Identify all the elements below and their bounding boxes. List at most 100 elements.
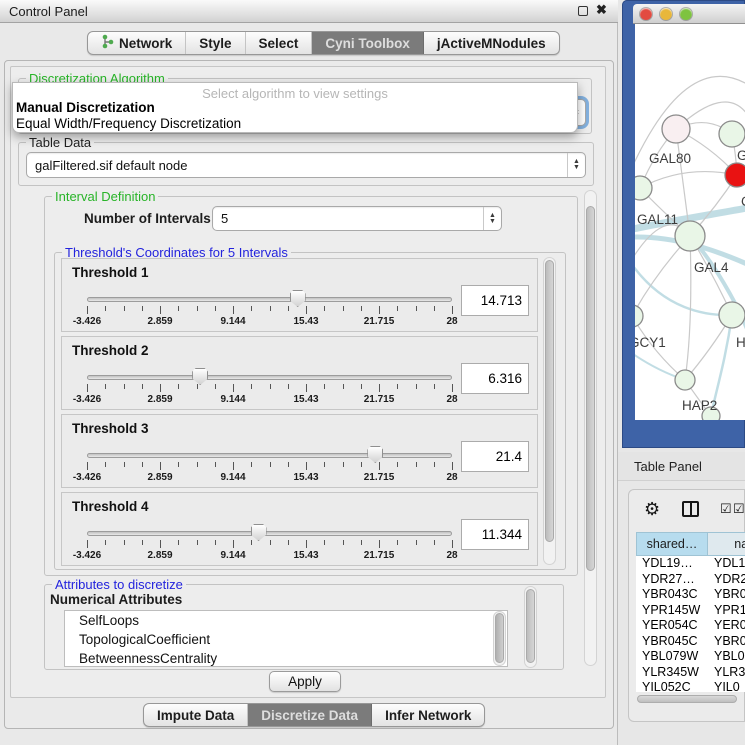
gear-icon[interactable]: ⚙ [644, 499, 660, 520]
tick-mark [178, 462, 179, 467]
tick-mark [379, 540, 380, 548]
tick-mark [324, 384, 325, 389]
table-row[interactable]: YPR145WYPR1 [636, 603, 745, 619]
table-data-combobox[interactable]: galFiltered.sif default node ▲▼ [26, 152, 586, 178]
threshold-value-field[interactable]: 21.4 [461, 441, 529, 472]
checkbox-icon[interactable]: ☑ [720, 501, 732, 517]
zoom-traffic-light[interactable] [680, 8, 692, 20]
thresholds-scrollbar[interactable] [543, 257, 556, 565]
attributes-pane-scrollbar[interactable] [524, 586, 537, 668]
network-canvas[interactable]: GAL80GCGAL11GAL4GCY1HHAP2 [635, 24, 745, 420]
close-icon[interactable]: ✖ [596, 2, 607, 18]
tick-mark [124, 384, 125, 389]
num-intervals-label: Number of Intervals [84, 211, 211, 226]
tick-mark [233, 540, 234, 548]
tick-mark [124, 306, 125, 311]
threshold-slider-track[interactable] [87, 453, 452, 458]
tab-style[interactable]: Style [186, 32, 245, 54]
table-row[interactable]: YBR043CYBR0 [636, 587, 745, 603]
tick-mark [452, 306, 453, 314]
algorithm-option[interactable]: Equal Width/Frequency Discretization [13, 116, 577, 132]
tick-mark [306, 306, 307, 314]
popup-placeholder-item[interactable]: Select algorithm to view settings [13, 83, 577, 100]
tick-mark [452, 384, 453, 392]
threshold-slider-thumb[interactable] [192, 368, 208, 385]
network-node[interactable] [675, 370, 695, 390]
close-traffic-light[interactable] [640, 8, 652, 20]
tab-impute-data[interactable]: Impute Data [144, 704, 248, 726]
minimize-traffic-light[interactable] [660, 8, 672, 20]
network-node[interactable] [635, 305, 643, 327]
network-node[interactable] [662, 115, 690, 143]
table-row[interactable]: YBR045CYBR0 [636, 634, 745, 650]
threshold-slider-thumb[interactable] [251, 524, 267, 541]
tick-mark [197, 384, 198, 389]
threshold-slider-track[interactable] [87, 297, 452, 302]
tick-mark [416, 306, 417, 311]
num-intervals-value: 5 [221, 211, 228, 226]
tick-mark [87, 462, 88, 470]
apply-button[interactable]: Apply [269, 671, 341, 692]
tick-mark [215, 306, 216, 311]
threshold-value-field[interactable]: 6.316 [461, 363, 529, 394]
threshold-slider-track[interactable] [87, 375, 452, 380]
split-columns-icon[interactable] [682, 501, 699, 517]
network-node[interactable] [719, 121, 745, 147]
checkbox-icon[interactable]: ☑ [733, 501, 745, 517]
tick-mark [288, 540, 289, 545]
threshold-slider-thumb[interactable] [290, 290, 306, 307]
table-row[interactable]: YDL19…YDL1 [636, 556, 745, 572]
attribute-list-item[interactable]: TopologicalCoefficient [65, 630, 507, 649]
threshold-value-field[interactable]: 14.713 [461, 285, 529, 316]
table-cell: YLR3 [708, 665, 745, 681]
num-intervals-combobox[interactable]: 5 ▲▼ [212, 206, 502, 231]
tab-label: Infer Network [385, 708, 471, 723]
network-node[interactable] [725, 163, 745, 187]
network-node[interactable] [719, 302, 745, 328]
threshold-slider-track[interactable] [87, 531, 452, 536]
tab-label: Select [259, 36, 299, 51]
tab-cyni-toolbox[interactable]: Cyni Toolbox [312, 32, 424, 54]
tab-discretize-data[interactable]: Discretize Data [248, 704, 372, 726]
tick-mark [324, 306, 325, 311]
tick-label: 2.859 [147, 550, 172, 561]
table-cell: YDL1 [708, 556, 745, 572]
network-node[interactable] [635, 176, 652, 200]
tick-mark [251, 306, 252, 311]
tick-label: 15.43 [293, 472, 318, 483]
tick-label: -3.426 [73, 550, 101, 561]
column-header[interactable]: na… [708, 532, 745, 556]
table-row[interactable]: YIL052CYIL0 [636, 680, 745, 692]
tick-label: 28 [446, 316, 457, 327]
attribute-list-item[interactable]: SelfLoops [65, 611, 507, 630]
interval-definition-title: Interval Definition [52, 189, 158, 204]
tab-infer-network[interactable]: Infer Network [372, 704, 484, 726]
algorithm-option[interactable]: Manual Discretization [13, 100, 577, 116]
tab-select[interactable]: Select [246, 32, 313, 54]
float-window-icon[interactable] [578, 6, 588, 16]
table-panel-toolbar: ⚙ ☑ ☑ [636, 497, 745, 525]
table-row[interactable]: YDR27…YDR2 [636, 572, 745, 588]
tick-mark [105, 306, 106, 311]
table-row[interactable]: YBL079WYBL0 [636, 649, 745, 665]
tab-jactivemnodules[interactable]: jActiveMNodules [424, 32, 559, 54]
network-node[interactable] [675, 221, 705, 251]
tick-mark [215, 462, 216, 467]
tab-network[interactable]: Network [88, 32, 186, 54]
settings-scrollbar[interactable] [584, 190, 597, 666]
table-row[interactable]: YLR345WYLR3 [636, 665, 745, 681]
threshold-value-field[interactable]: 11.344 [461, 519, 529, 550]
tick-mark [233, 462, 234, 470]
attribute-list-item[interactable]: BetweennessCentrality [65, 649, 507, 667]
table-horizontal-scrollbar[interactable] [637, 695, 737, 703]
combo-stepper-icon: ▲▼ [567, 153, 585, 177]
tick-label: 9.144 [220, 550, 245, 561]
table-row[interactable]: YER054CYER0 [636, 618, 745, 634]
node-attribute-table: shared…na… YDL19…YDL1YDR27…YDR2YBR043CYB… [636, 532, 745, 692]
attributes-list-scrollbar[interactable] [493, 611, 506, 666]
combo-stepper-icon: ▲▼ [483, 207, 501, 230]
table-cell: YBL0 [708, 649, 745, 665]
table-cell: YBL079W [636, 649, 708, 665]
threshold-slider-thumb[interactable] [367, 446, 383, 463]
column-header[interactable]: shared… [636, 532, 708, 556]
